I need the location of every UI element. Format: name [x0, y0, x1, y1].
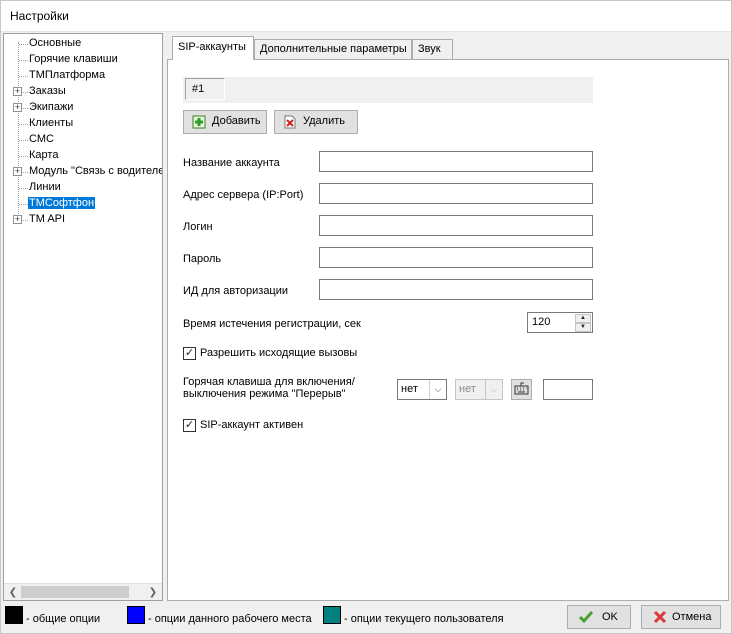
tree-item-label: Основные — [29, 37, 82, 49]
tree-connector — [19, 60, 28, 61]
login-input[interactable] — [319, 215, 593, 236]
tree-item-label: Заказы — [29, 85, 66, 97]
chevron-down-icon[interactable]: ⌵ — [429, 380, 446, 399]
close-icon — [653, 610, 667, 624]
tab-additional-params[interactable]: Дополнительные параметры — [254, 39, 412, 59]
settings-window: Настройки Основные Горячие клавиши ТМПла… — [0, 0, 732, 634]
tree-item-label: Карта — [29, 149, 59, 161]
tree-item-label: Модуль "Связь с водителем" — [29, 165, 163, 177]
account-name-input[interactable] — [319, 151, 593, 172]
auth-id-input[interactable] — [319, 279, 593, 300]
tree-item-label: Экипажи — [29, 101, 74, 113]
expand-plus-icon[interactable]: + — [13, 103, 22, 112]
checkmark-icon[interactable]: ✓ — [183, 419, 196, 432]
cancel-button[interactable]: Отмена — [641, 605, 721, 629]
account-name-label: Название аккаунта — [183, 157, 280, 169]
tab-label: Звук — [418, 43, 441, 55]
checkmark-icon — [578, 611, 594, 624]
add-account-button[interactable]: Добавить — [183, 110, 267, 134]
auth-id-label: ИД для авторизации — [183, 285, 289, 297]
tree-connector — [19, 204, 28, 205]
allow-outgoing-label: Разрешить исходящие вызовы — [200, 347, 358, 359]
account-list-bar: #1 — [183, 77, 593, 103]
add-icon — [192, 115, 206, 129]
ok-button-label: OK — [602, 611, 618, 623]
delete-document-icon — [284, 115, 296, 129]
account-active-label: SIP-аккаунт активен — [200, 419, 304, 431]
ok-button[interactable]: OK — [567, 605, 631, 629]
tree-item-label: СМС — [29, 133, 54, 145]
legend-workstation-swatch — [127, 606, 145, 624]
tree-item-label: Горячие клавиши — [29, 53, 118, 65]
tree-connector — [19, 188, 28, 189]
keyboard-capture-button[interactable] — [511, 379, 532, 400]
hotkey-label-line2: выключения режима "Перерыв" — [183, 388, 346, 400]
expiry-value: 120 — [532, 316, 551, 328]
scroll-right-arrow-icon[interactable]: ❯ — [145, 585, 161, 600]
checkmark-icon[interactable]: ✓ — [183, 347, 196, 360]
expiry-label: Время истечения регистрации, сек — [183, 318, 361, 330]
expand-plus-icon[interactable]: + — [13, 215, 22, 224]
account-chip[interactable]: #1 — [185, 78, 225, 100]
login-label: Логин — [183, 221, 213, 233]
tree-item-label: Линии — [29, 181, 61, 193]
spin-up-arrow-icon[interactable]: ▲ — [575, 314, 591, 323]
legend-general-swatch — [5, 606, 23, 624]
allow-outgoing-checkbox[interactable]: ✓ Разрешить исходящие вызовы — [183, 346, 383, 362]
scroll-left-arrow-icon[interactable]: ❮ — [5, 585, 21, 600]
tree-connector — [19, 140, 28, 141]
sip-accounts-panel: #1 Добавить Удалить Название аккаунта Ад… — [167, 59, 729, 601]
delete-button-label: Удалить — [303, 115, 345, 127]
server-address-input[interactable] — [319, 183, 593, 204]
keyboard-icon — [514, 382, 529, 395]
tree-connector — [19, 124, 28, 125]
legend-workstation-label: - опции данного рабочего места — [148, 613, 312, 625]
cancel-button-label: Отмена — [672, 611, 712, 623]
add-button-label: Добавить — [212, 115, 261, 127]
modifier2-value: нет — [459, 383, 476, 395]
server-address-label: Адрес сервера (IP:Port) — [183, 189, 304, 201]
legend-user-swatch — [323, 606, 341, 624]
hotkey-modifier2-select: нет ⌵ — [455, 379, 503, 400]
hotkey-label-line1: Горячая клавиша для включения/ — [183, 376, 355, 388]
legend-user-label: - опции текущего пользователя — [344, 613, 504, 625]
legend-general-label: - общие опции — [26, 613, 101, 625]
hotkey-modifier1-select[interactable]: нет ⌵ — [397, 379, 447, 400]
tree-guide-line — [18, 42, 19, 222]
settings-tree[interactable]: Основные Горячие клавиши ТМПлатформа + З… — [3, 33, 163, 601]
hotkey-key-input[interactable] — [543, 379, 593, 400]
tree-item-label: Клиенты — [29, 117, 74, 129]
tree-item-label: TM API — [29, 213, 66, 225]
tree-horizontal-scrollbar[interactable]: ❮ ❯ — [4, 583, 162, 600]
tab-label: Дополнительные параметры — [260, 43, 407, 55]
chevron-down-icon: ⌵ — [485, 380, 502, 399]
tab-sip-accounts[interactable]: SIP-аккаунты — [172, 36, 254, 60]
tree-connector — [19, 76, 28, 77]
tree-connector — [19, 44, 28, 45]
tab-label: SIP-аккаунты — [178, 41, 246, 53]
modifier1-value: нет — [401, 383, 418, 395]
tab-control: SIP-аккаунты Дополнительные параметры Зв… — [167, 36, 729, 601]
tree-item-label: ТМПлатформа — [29, 69, 106, 81]
tree-item-label: ТМСофтфон — [28, 197, 96, 209]
delete-account-button[interactable]: Удалить — [274, 110, 358, 134]
spin-down-arrow-icon[interactable]: ▼ — [575, 323, 591, 332]
account-active-checkbox[interactable]: ✓ SIP-аккаунт активен — [183, 418, 383, 434]
expand-plus-icon[interactable]: + — [13, 167, 22, 176]
password-label: Пароль — [183, 253, 222, 265]
password-input[interactable] — [319, 247, 593, 268]
expiry-spinner[interactable]: 120 ▲ ▼ — [527, 312, 593, 333]
scrollbar-thumb[interactable] — [21, 586, 129, 598]
expand-plus-icon[interactable]: + — [13, 87, 22, 96]
tab-sound[interactable]: Звук — [412, 39, 453, 59]
title-bar: Настройки — [1, 1, 731, 32]
tree-connector — [19, 156, 28, 157]
window-title: Настройки — [10, 9, 69, 23]
